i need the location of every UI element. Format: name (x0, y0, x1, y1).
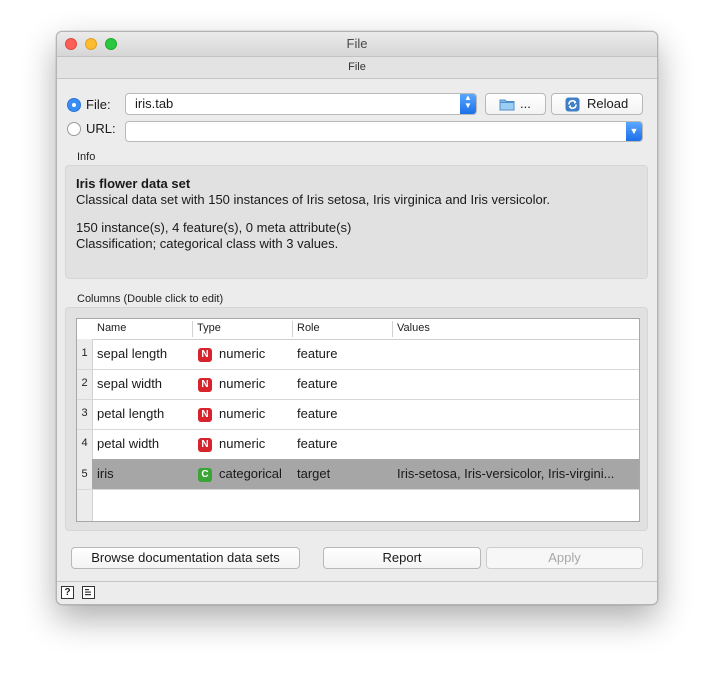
dataset-title: Iris flower data set (76, 176, 191, 191)
row-number: 3 (81, 407, 88, 419)
apply-button[interactable]: Apply (486, 547, 643, 569)
folder-icon (499, 99, 515, 111)
column-role[interactable]: feature (297, 406, 337, 421)
column-name[interactable]: petal width (97, 436, 159, 451)
column-role[interactable]: feature (297, 346, 337, 361)
table-row[interactable]: 3 petal length N numeric feature (77, 399, 639, 430)
row-number: 4 (81, 437, 88, 449)
reload-button[interactable]: Reload (551, 93, 643, 115)
column-name[interactable]: petal length (97, 406, 164, 421)
columns-table[interactable]: Name Type Role Values 1 sepal length N n… (76, 318, 640, 522)
file-widget-window: File File File: iris.tab ▲ ▼ ... Reload U… (56, 31, 658, 605)
help-icon[interactable]: ? (61, 586, 74, 599)
row-number: 5 (77, 459, 92, 489)
file-combo[interactable]: iris.tab ▲ ▼ (125, 93, 477, 115)
reload-icon (565, 97, 580, 112)
column-type[interactable]: numeric (219, 346, 265, 361)
file-combo-value: iris.tab (135, 96, 174, 111)
columns-section-label: Columns (Double click to edit) (77, 293, 224, 305)
table-row[interactable]: 4 petal width N numeric feature (77, 429, 639, 460)
categorical-type-icon: C (198, 468, 212, 482)
numeric-type-icon: N (198, 408, 212, 422)
row-number: 2 (81, 377, 88, 389)
reload-label: Reload (587, 96, 629, 111)
table-row-selected[interactable]: 5 iris C categorical target Iris-setosa,… (77, 459, 639, 490)
table-row[interactable]: 1 sepal length N numeric feature (77, 339, 639, 370)
browse-documentation-button[interactable]: Browse documentation data sets (71, 547, 300, 569)
url-radio[interactable] (67, 122, 81, 136)
dataset-description: Classical data set with 150 instances of… (76, 192, 550, 207)
numeric-type-icon: N (198, 348, 212, 362)
header-role[interactable]: Role (297, 322, 320, 334)
column-name[interactable]: iris (97, 466, 114, 481)
url-label: URL: (86, 121, 116, 136)
column-values[interactable]: Iris-setosa, Iris-versicolor, Iris-virgi… (397, 466, 633, 481)
browse-file-button[interactable]: ... (485, 93, 546, 115)
dataset-target-info: Classification; categorical class with 3… (76, 236, 339, 251)
header-name[interactable]: Name (97, 322, 126, 334)
browse-file-label: ... (520, 96, 531, 111)
report-button[interactable]: Report (323, 547, 481, 569)
info-box: Iris flower data set Classical data set … (65, 165, 648, 279)
column-role[interactable]: target (297, 466, 330, 481)
column-name[interactable]: sepal width (97, 376, 162, 391)
row-number: 1 (81, 347, 88, 359)
url-combo[interactable]: ▼ (125, 121, 643, 142)
column-type[interactable]: numeric (219, 376, 265, 391)
column-name[interactable]: sepal length (97, 346, 167, 361)
status-bar: ? (57, 581, 657, 604)
dataset-summary: 150 instance(s), 4 feature(s), 0 meta at… (76, 220, 352, 235)
title-bar[interactable]: File (57, 32, 657, 57)
column-type[interactable]: numeric (219, 406, 265, 421)
table-header: Name Type Role Values (77, 319, 639, 340)
report-icon[interactable] (82, 586, 95, 599)
column-role[interactable]: feature (297, 436, 337, 451)
updown-arrow-icon: ▲ ▼ (460, 94, 476, 114)
header-values[interactable]: Values (397, 322, 430, 334)
file-label: File: (86, 97, 111, 112)
column-type[interactable]: numeric (219, 436, 265, 451)
file-radio[interactable] (67, 98, 81, 112)
numeric-type-icon: N (198, 378, 212, 392)
chevron-down-icon: ▼ (626, 122, 642, 141)
column-type[interactable]: categorical (219, 466, 282, 481)
columns-box: Name Type Role Values 1 sepal length N n… (65, 307, 648, 531)
window-title: File (346, 36, 368, 51)
info-section-label: Info (77, 151, 96, 163)
numeric-type-icon: N (198, 438, 212, 452)
table-row[interactable]: 2 sepal width N numeric feature (77, 369, 639, 400)
column-role[interactable]: feature (297, 376, 337, 391)
widget-title: File (57, 57, 657, 79)
header-type[interactable]: Type (197, 322, 221, 334)
